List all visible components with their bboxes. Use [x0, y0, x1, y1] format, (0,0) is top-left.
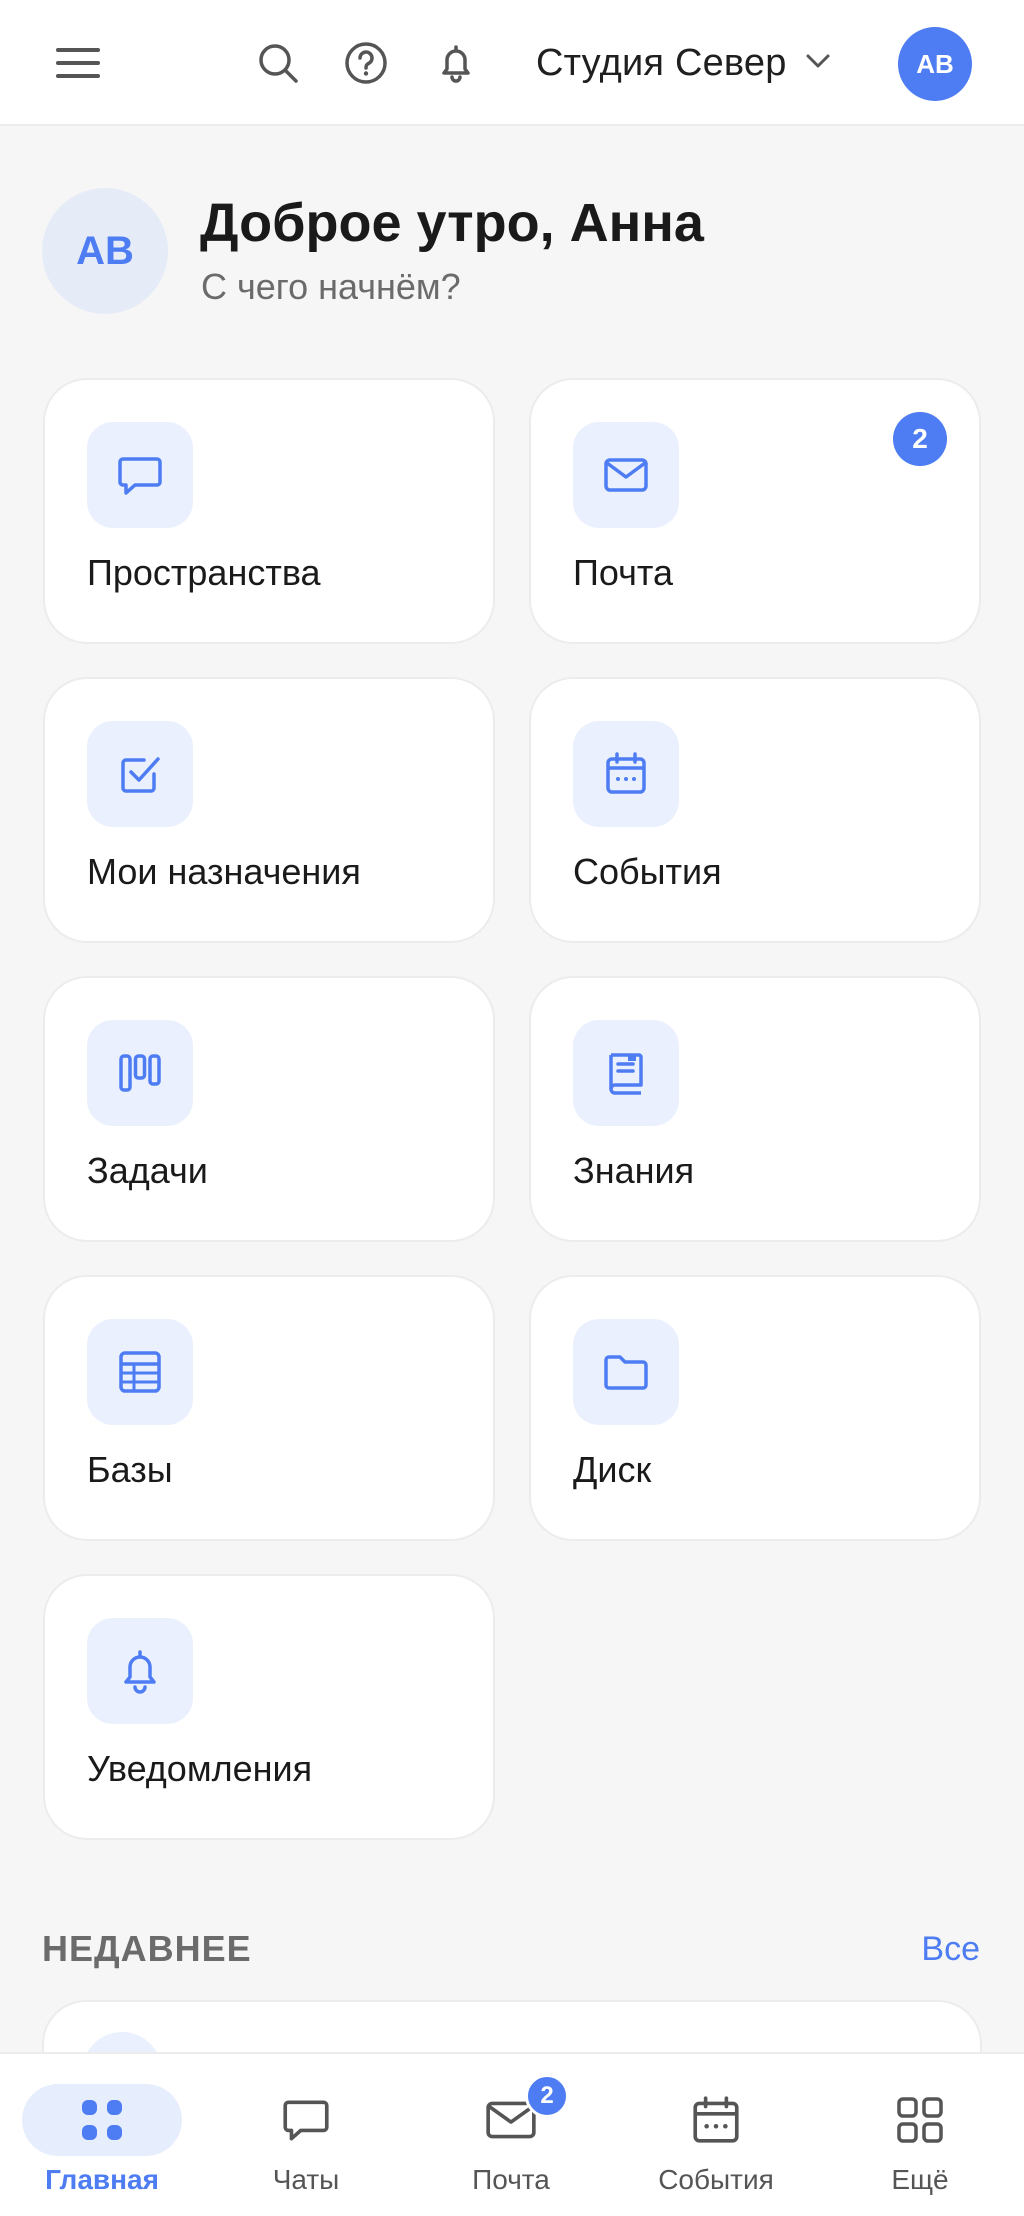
grid-dots-icon: [22, 2084, 182, 2156]
nav-events[interactable]: События: [626, 2054, 806, 2216]
nav-more[interactable]: Ещё: [830, 2054, 1010, 2216]
grid-squares-icon: [840, 2084, 1000, 2156]
hamburger-menu-icon[interactable]: [52, 41, 104, 85]
calendar-icon: [636, 2084, 796, 2156]
tile-label: Базы: [87, 1449, 173, 1490]
mail-unread-badge: 2: [525, 2074, 569, 2118]
tile-disk[interactable]: Диск: [529, 1275, 981, 1541]
tile-tasks[interactable]: Задачи: [43, 976, 495, 1242]
nav-label: Чаты: [272, 2164, 340, 2195]
tile-databases[interactable]: Базы: [43, 1275, 495, 1541]
tile-label: Почта: [573, 552, 673, 593]
book-icon: [573, 1020, 679, 1126]
kanban-icon: [87, 1020, 193, 1126]
greeting-title: Доброе утро, Анна: [200, 193, 704, 253]
table-icon: [87, 1319, 193, 1425]
recent-all-link[interactable]: Все: [921, 1930, 980, 1969]
tile-label: Диск: [573, 1449, 652, 1490]
recent-section-title: НЕДАВНЕЕ: [42, 1928, 252, 1969]
user-avatar[interactable]: AB: [898, 27, 972, 101]
folder-icon: [573, 1319, 679, 1425]
search-icon[interactable]: [256, 41, 300, 85]
nav-label: Главная: [45, 2164, 159, 2195]
workspace-name: Студия Север: [536, 41, 787, 84]
bottom-navigation: Главная Чаты 2 Почта События Ещё: [0, 2052, 1024, 2216]
tile-label: Мои назначения: [87, 851, 361, 892]
tile-spaces[interactable]: Пространства: [43, 378, 495, 644]
chat-bubble-icon: [226, 2084, 386, 2156]
tile-assignments[interactable]: Мои назначения: [43, 677, 495, 943]
workspace-switcher[interactable]: Студия Север: [536, 36, 831, 90]
tile-knowledge[interactable]: Знания: [529, 976, 981, 1242]
nav-chats[interactable]: Чаты: [216, 2054, 396, 2216]
bell-icon: [87, 1618, 193, 1724]
tile-notifications[interactable]: Уведомления: [43, 1574, 495, 1840]
tile-label: Знания: [573, 1150, 695, 1191]
chevron-down-icon: [805, 53, 831, 74]
nav-mail[interactable]: 2 Почта: [421, 2054, 601, 2216]
tile-label: Уведомления: [87, 1748, 313, 1789]
tile-label: Задачи: [87, 1150, 208, 1191]
calendar-icon: [573, 721, 679, 827]
tile-events[interactable]: События: [529, 677, 981, 943]
tile-mail[interactable]: 2 Почта: [529, 378, 981, 644]
nav-label: Ещё: [891, 2164, 949, 2195]
checkbox-icon: [87, 721, 193, 827]
tile-label: События: [573, 851, 722, 892]
greeting-subtitle: С чего начнём?: [201, 266, 461, 307]
greeting-avatar[interactable]: AB: [42, 188, 168, 314]
bell-icon[interactable]: [434, 41, 478, 85]
top-bar: Студия Север AB: [0, 0, 1024, 126]
nav-label: События: [658, 2164, 774, 2195]
mail-icon: [573, 422, 679, 528]
unread-badge: 2: [893, 412, 947, 466]
nav-home[interactable]: Главная: [12, 2054, 192, 2216]
tile-label: Пространства: [87, 552, 321, 593]
nav-label: Почта: [472, 2164, 550, 2195]
help-icon[interactable]: [344, 41, 388, 85]
chat-bubble-icon: [87, 422, 193, 528]
